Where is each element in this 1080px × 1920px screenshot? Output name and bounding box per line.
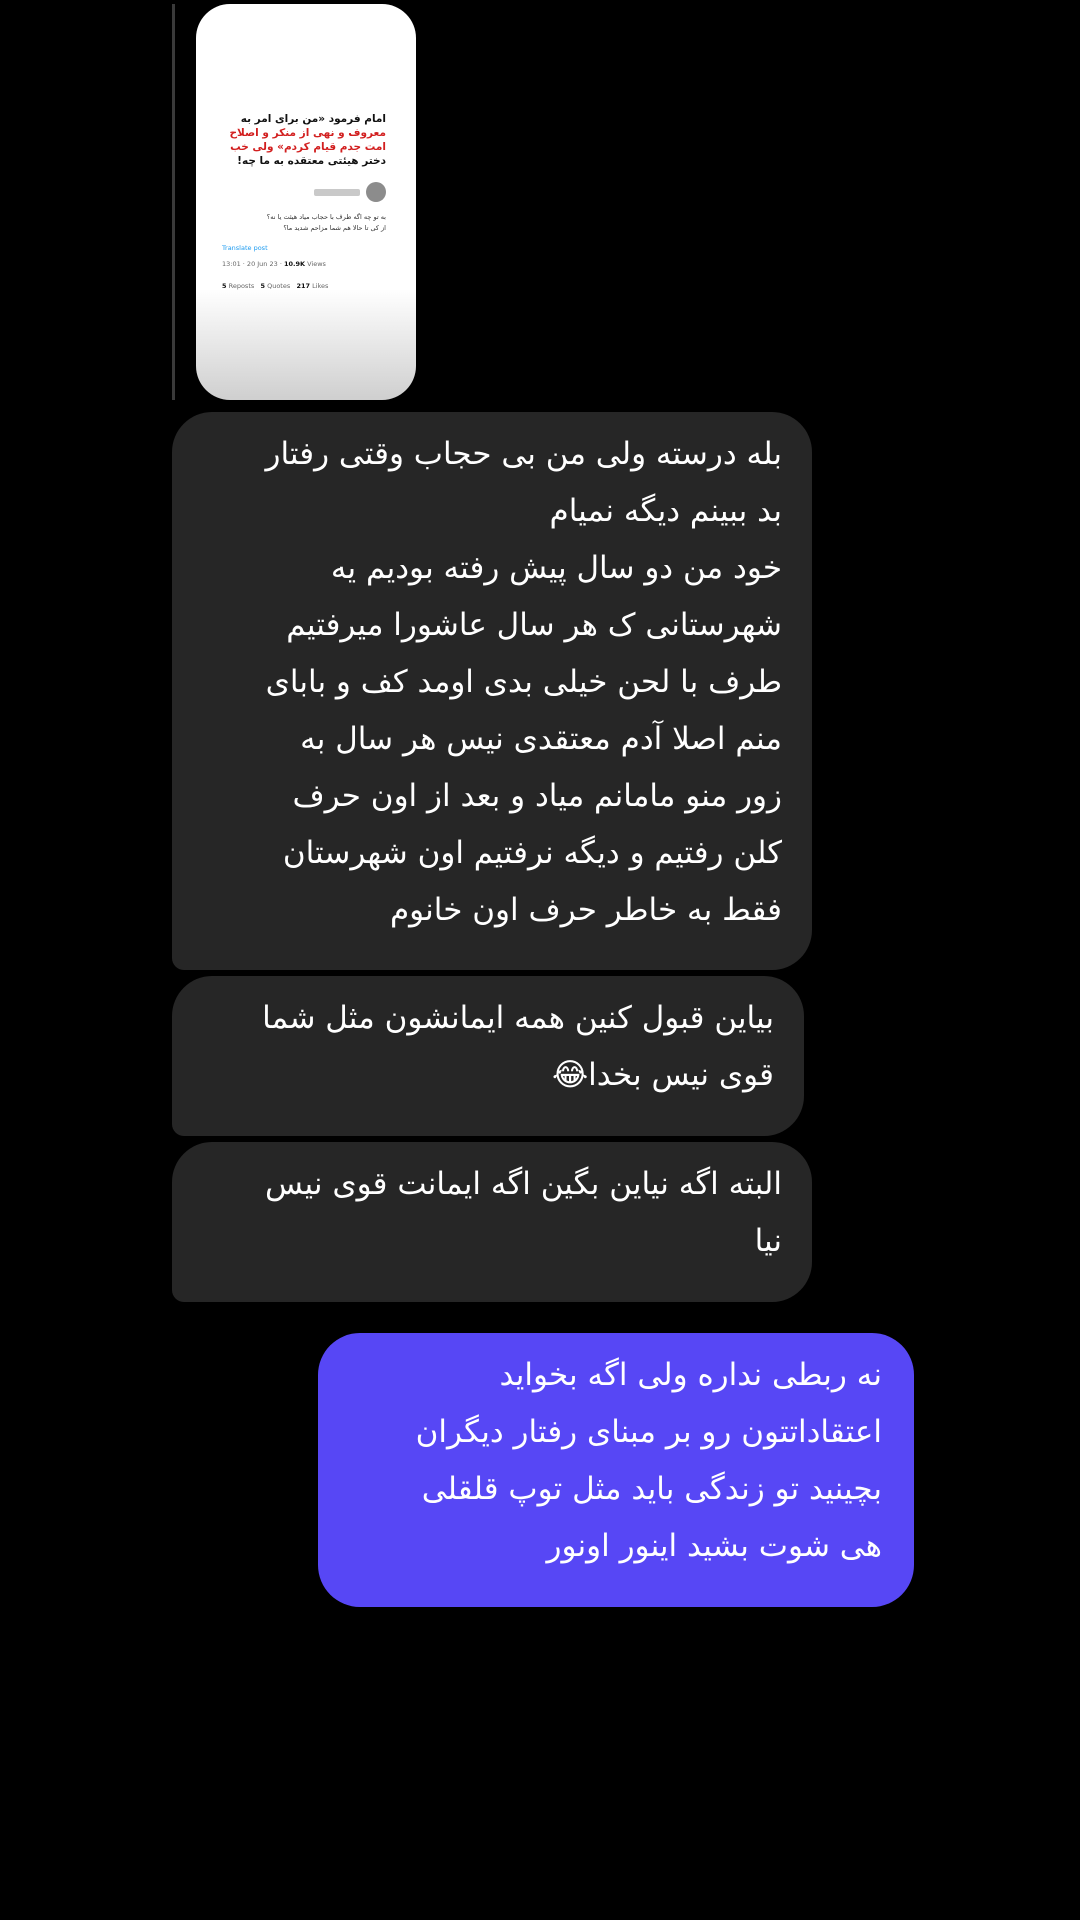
message-line: بچینید تو زندگی باید مثل توپ قلقلی xyxy=(421,1471,882,1507)
post-quote-line: دختر هیئتی معتقده به ما چه! xyxy=(237,155,386,167)
blurred-username xyxy=(314,188,360,196)
message-line: طرف با لحن خیلی بدی اومد کف و بابای xyxy=(265,664,782,700)
message-line: بله درسته ولی من بی حجاب وقتی رفتار xyxy=(265,436,782,472)
incoming-message-bubble[interactable]: البته اگه نیاین بگین اگه ایمانت قوی نیس … xyxy=(172,1142,812,1302)
shared-post-content: امام فرمود «من برای امر به معروف و نهی ا… xyxy=(222,112,386,290)
outgoing-message-bubble[interactable]: نه ربطی نداره ولی اگه بخواید اعتقاداتتون… xyxy=(318,1333,914,1607)
message-line: کلن رفتیم و دیگه نرفتیم اون شهرستان xyxy=(282,835,782,871)
post-timestamp: 13:01 · 20 Jun 23 · 10.9K Views xyxy=(222,260,386,268)
post-reply-line: به تو چه اگه طرف با حجاب میاد هیئت یا نه… xyxy=(266,213,386,221)
post-time: 13:01 · 20 Jun 23 · xyxy=(222,260,284,268)
message-line: نیا xyxy=(754,1223,782,1259)
message-line: اعتقاداتتون رو بر مبنای رفتار دیگران xyxy=(415,1414,882,1450)
reply-indicator-bar xyxy=(172,4,175,400)
message-line: شهرستانی ک هر سال عاشورا میرفتیم xyxy=(286,607,782,643)
post-stats: 5 Reposts 5 Quotes 217 Likes xyxy=(222,282,386,290)
message-line: بد ببینم دیگه نمیام xyxy=(549,493,783,529)
post-quote-line: امام فرمود «من برای امر به xyxy=(240,113,386,125)
message-line: نه ربطی نداره ولی اگه بخواید xyxy=(499,1357,882,1393)
message-line: قوی نیس بخدا😂 xyxy=(551,1057,774,1093)
reposts-count: 5 xyxy=(222,282,227,290)
likes-label: Likes xyxy=(312,282,329,290)
message-line: البته اگه نیاین بگین اگه ایمانت قوی نیس xyxy=(265,1166,782,1202)
message-line: بیاین قبول کنین همه ایمانشون مثل شما xyxy=(262,1000,774,1036)
post-views-count: 10.9K xyxy=(283,260,306,268)
message-line: فقط به خاطر حرف اون خانوم xyxy=(389,892,782,928)
message-line: منم اصلا آدم معتقدی نیس هر سال به xyxy=(300,721,782,757)
quotes-count: 5 xyxy=(260,282,265,290)
post-author xyxy=(222,182,386,202)
post-quote-line: امت جدم قیام کردم» ولی خب xyxy=(230,141,386,153)
translate-post-link: Translate post xyxy=(222,244,268,252)
message-line: هی شوت بشید اینور اونور xyxy=(546,1528,882,1564)
incoming-message-bubble[interactable]: بله درسته ولی من بی حجاب وقتی رفتار بد ب… xyxy=(172,412,812,970)
post-quote-text: امام فرمود «من برای امر به معروف و نهی ا… xyxy=(222,112,386,168)
message-line: خود من دو سال پیش رفته بودیم یه xyxy=(330,550,782,586)
reposts-label: Reposts xyxy=(228,282,255,290)
post-reply-text: به تو چه اگه طرف با حجاب میاد هیئت یا نه… xyxy=(222,212,386,234)
likes-count: 217 xyxy=(296,282,311,290)
post-quote-line: معروف و نهی از منکر و اصلاح xyxy=(229,127,386,139)
post-reply-line: از کی تا حالا هم شما مزاحم شدید ما؟ xyxy=(283,224,386,232)
avatar xyxy=(366,182,386,202)
quotes-label: Quotes xyxy=(267,282,291,290)
message-line: زور منو مامانم میاد و بعد از اون حرف xyxy=(292,778,782,814)
post-views-label: Views xyxy=(307,260,326,268)
incoming-message-bubble[interactable]: بیاین قبول کنین همه ایمانشون مثل شما قوی… xyxy=(172,976,804,1136)
shared-post-thumbnail[interactable]: امام فرمود «من برای امر به معروف و نهی ا… xyxy=(196,4,416,400)
